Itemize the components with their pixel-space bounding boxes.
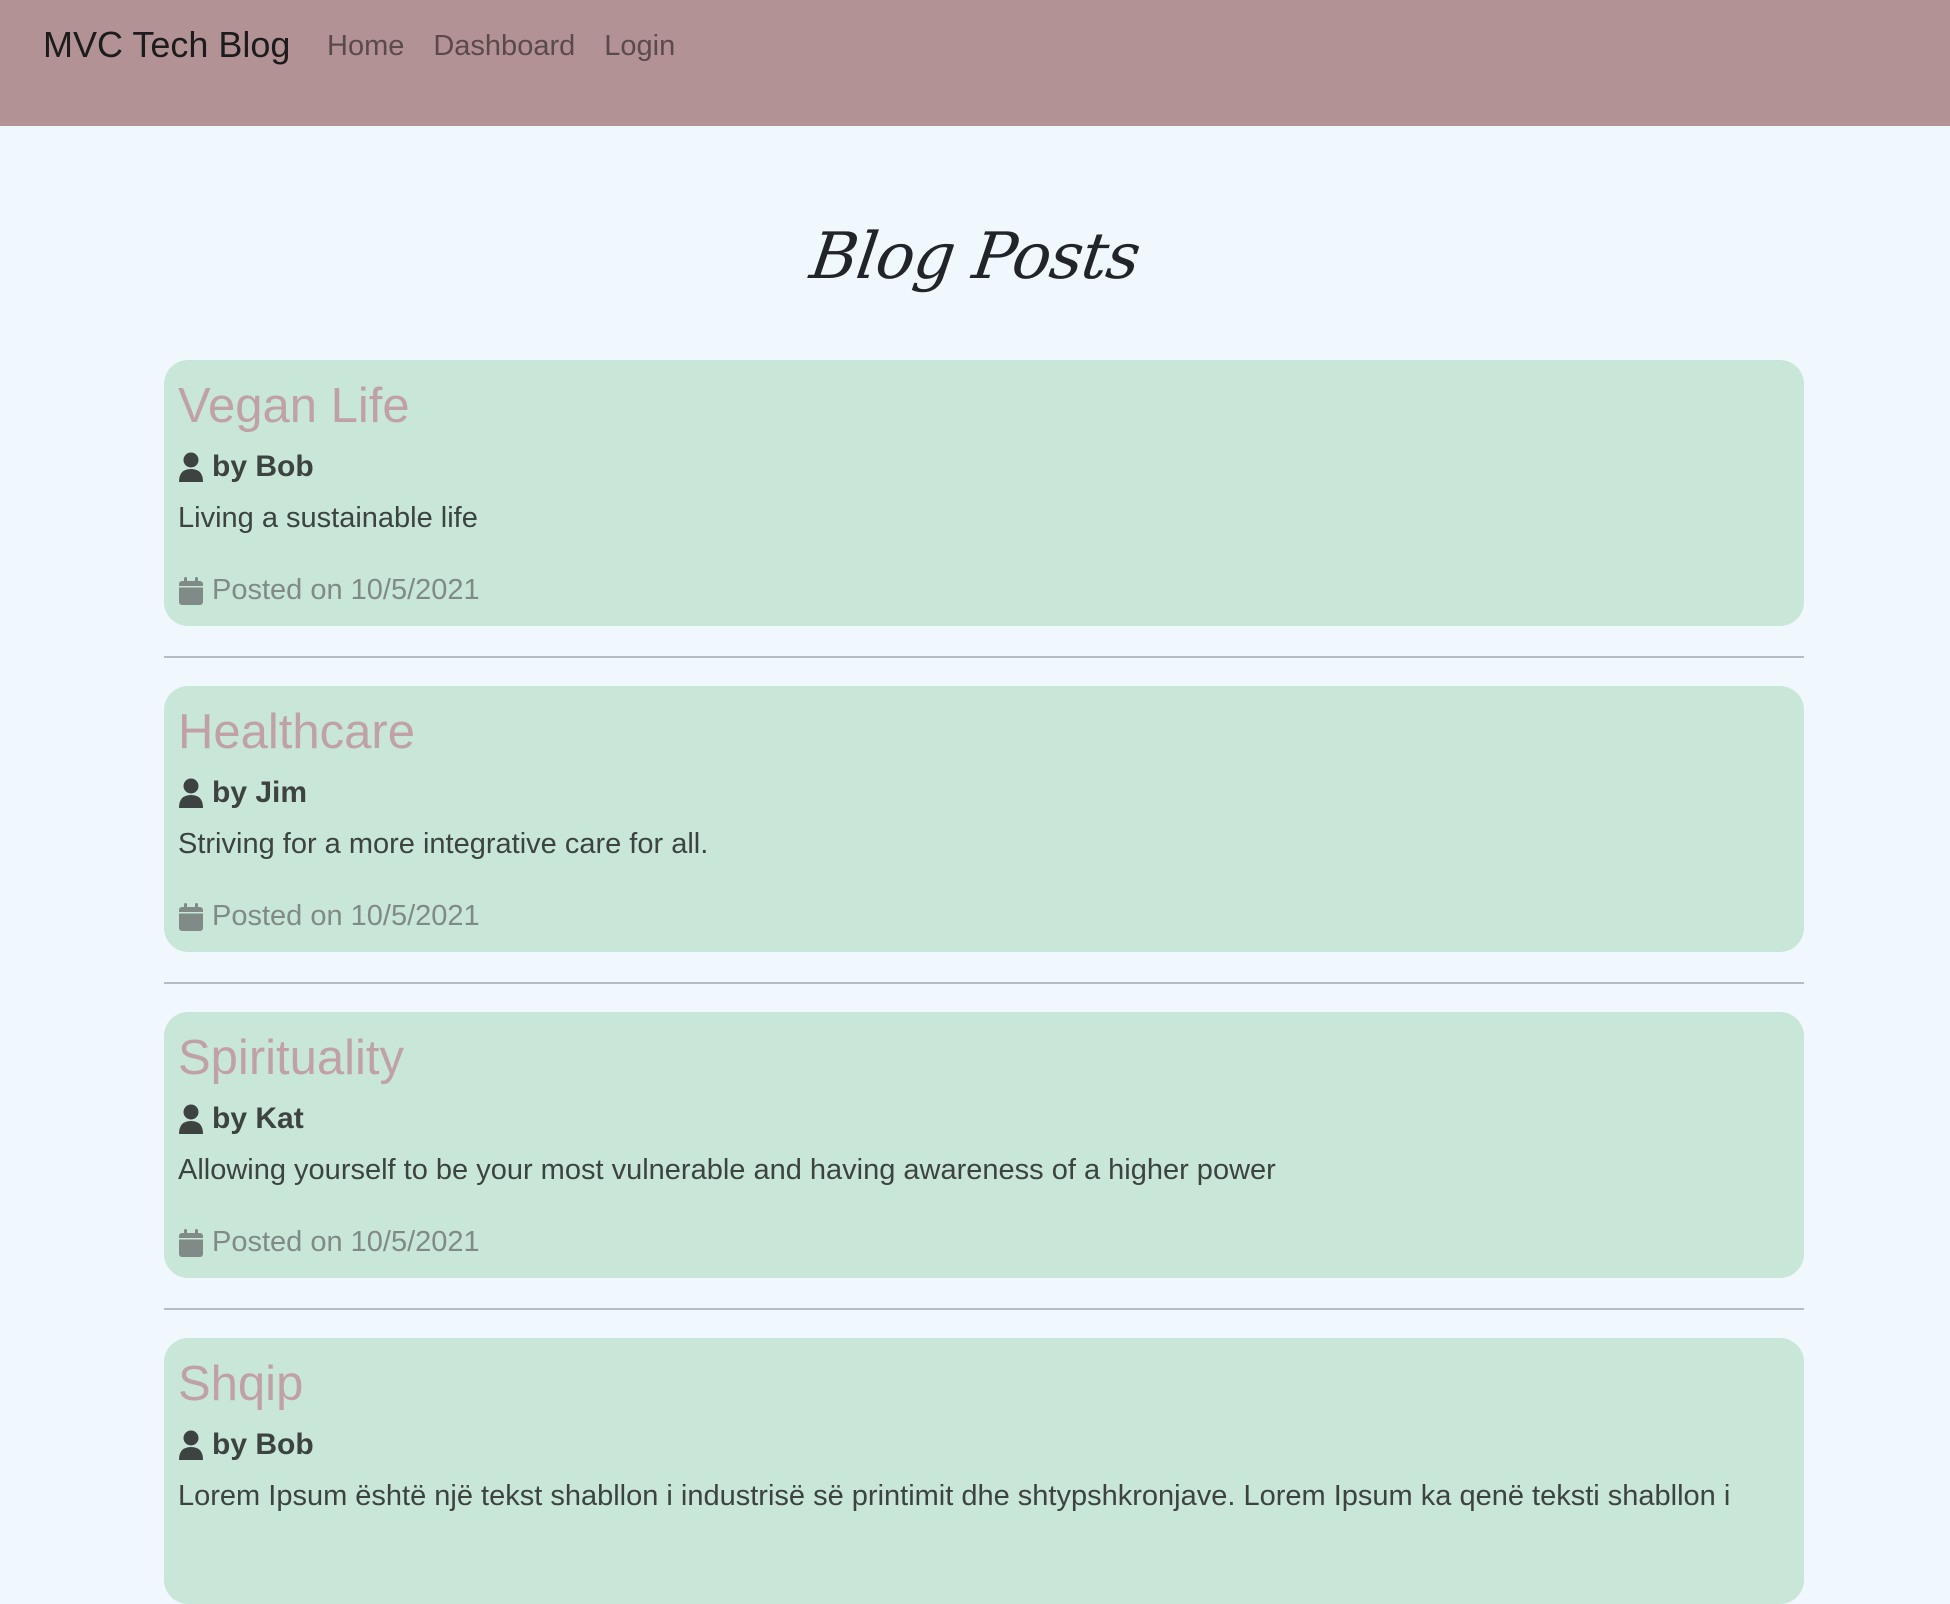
post-date: Posted on 10/5/2021 xyxy=(178,1226,480,1259)
post-author-label: by Jim xyxy=(212,776,308,809)
post-card[interactable]: Healthcare by Jim Striving for a more in… xyxy=(164,686,1804,952)
post-date-label: Posted on 10/5/2021 xyxy=(212,574,480,606)
post-date: Posted on 10/5/2021 xyxy=(178,574,480,607)
post-author-label: by Kat xyxy=(212,1102,304,1135)
post-card[interactable]: Spirituality by Kat Allowing yourself to… xyxy=(164,1012,1804,1278)
post-author: by Bob xyxy=(178,1428,314,1462)
post-title[interactable]: Healthcare xyxy=(178,708,415,757)
navbar: MVC Tech Blog Home Dashboard Login xyxy=(0,0,1950,126)
post-date: Posted on 10/5/2021 xyxy=(178,900,480,933)
user-icon xyxy=(178,1104,204,1134)
user-icon xyxy=(178,1430,204,1460)
post-divider xyxy=(164,656,1804,658)
post-date-label: Posted on 10/5/2021 xyxy=(212,1226,480,1258)
post-author-label: by Bob xyxy=(212,1428,314,1461)
post-divider xyxy=(164,982,1804,984)
post-author: by Jim xyxy=(178,776,307,810)
post-body: Lorem Ipsum është një tekst shabllon i i… xyxy=(178,1480,1731,1512)
user-icon xyxy=(178,778,204,808)
post-date-label: Posted on 10/5/2021 xyxy=(212,900,480,932)
calendar-icon xyxy=(178,1228,204,1258)
calendar-icon xyxy=(178,576,204,606)
post-card[interactable]: Vegan Life by Bob Living a sustainable l… xyxy=(164,360,1804,626)
nav-link-dashboard[interactable]: Dashboard xyxy=(433,30,575,63)
page-title: Blog Posts xyxy=(805,220,1145,294)
post-title[interactable]: Shqip xyxy=(178,1360,303,1409)
post-author: by Kat xyxy=(178,1102,304,1136)
post-divider xyxy=(164,1308,1804,1310)
post-author: by Bob xyxy=(178,450,314,484)
post-body: Living a sustainable life xyxy=(178,502,478,534)
post-title[interactable]: Vegan Life xyxy=(178,382,410,431)
calendar-icon xyxy=(178,902,204,932)
nav-link-login[interactable]: Login xyxy=(604,30,675,63)
post-list: Vegan Life by Bob Living a sustainable l… xyxy=(164,360,1804,1604)
post-body: Allowing yourself to be your most vulner… xyxy=(178,1154,1276,1186)
brand-link[interactable]: MVC Tech Blog xyxy=(43,24,290,66)
user-icon xyxy=(178,452,204,482)
nav-links: Home Dashboard Login xyxy=(327,30,675,63)
post-title[interactable]: Spirituality xyxy=(178,1034,404,1083)
post-body: Striving for a more integrative care for… xyxy=(178,828,709,860)
post-card[interactable]: Shqip by Bob Lorem Ipsum është një tekst… xyxy=(164,1338,1804,1604)
post-author-label: by Bob xyxy=(212,450,314,483)
nav-link-home[interactable]: Home xyxy=(327,30,404,63)
